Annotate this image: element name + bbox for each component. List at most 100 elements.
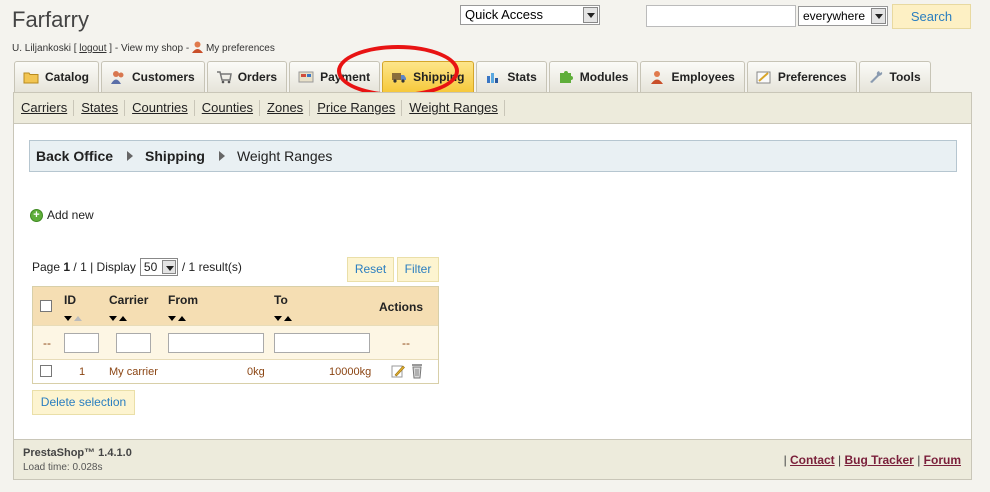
tab-label: Customers bbox=[132, 70, 195, 84]
sort-to bbox=[274, 310, 294, 324]
reset-button[interactable]: Reset bbox=[347, 257, 394, 282]
search-scope-label: everywhere bbox=[803, 9, 866, 23]
tab-tools[interactable]: Tools bbox=[858, 61, 931, 92]
column-from: From bbox=[168, 293, 198, 307]
employee-icon bbox=[651, 71, 664, 84]
breadcrumb-section[interactable]: Shipping bbox=[145, 148, 205, 164]
display-count-select[interactable]: 50 bbox=[139, 258, 178, 276]
sort-asc-icon[interactable] bbox=[119, 316, 127, 321]
filter-to-input[interactable] bbox=[274, 333, 370, 353]
breadcrumb-root[interactable]: Back Office bbox=[36, 148, 113, 164]
filter-from-input[interactable] bbox=[168, 333, 264, 353]
logout-link[interactable]: logout bbox=[79, 43, 106, 54]
page-total: / 1 | Display bbox=[73, 260, 136, 274]
sort-carrier bbox=[109, 310, 129, 324]
footer-links: | Contact | Bug Tracker | Forum bbox=[783, 453, 961, 467]
row-to: 10000kg bbox=[329, 366, 372, 378]
tab-label: Catalog bbox=[45, 70, 90, 84]
cart-icon bbox=[216, 71, 232, 84]
row-from: 0kg bbox=[247, 366, 265, 378]
chart-icon bbox=[487, 73, 499, 83]
preferences-icon bbox=[756, 71, 771, 84]
quick-access-label: Quick Access bbox=[465, 7, 544, 22]
tab-stats[interactable]: Stats bbox=[476, 61, 547, 92]
sort-desc-icon[interactable] bbox=[64, 316, 72, 321]
chevron-right-icon bbox=[127, 151, 134, 161]
sort-desc-icon[interactable] bbox=[109, 316, 117, 321]
tab-label: Modules bbox=[579, 70, 629, 84]
chevron-down-icon[interactable] bbox=[161, 260, 176, 274]
edit-icon[interactable] bbox=[391, 364, 405, 378]
column-to: To bbox=[274, 293, 288, 307]
breadcrumb: Back Office Shipping Weight Ranges bbox=[29, 140, 957, 172]
sort-desc-icon[interactable] bbox=[274, 316, 282, 321]
subnav-weight-ranges[interactable]: Weight Ranges bbox=[408, 100, 505, 116]
delete-selection-button[interactable]: Delete selection bbox=[32, 390, 135, 415]
trash-icon[interactable] bbox=[411, 363, 423, 379]
column-carrier: Carrier bbox=[109, 293, 149, 307]
sort-desc-icon[interactable] bbox=[168, 316, 176, 321]
display-count-value: 50 bbox=[143, 260, 158, 274]
tab-preferences[interactable]: Preferences bbox=[746, 61, 857, 92]
contact-link[interactable]: Contact bbox=[790, 453, 835, 467]
subnav-zones[interactable]: Zones bbox=[266, 100, 311, 116]
search-button[interactable]: Search bbox=[892, 4, 971, 29]
page-current: 1 bbox=[63, 260, 71, 274]
wrench-icon bbox=[869, 71, 882, 83]
pager: Page 1 / 1 | Display 50 / 1 result(s) bbox=[32, 258, 242, 276]
sub-navigation: Carriers States Countries Counties Zones… bbox=[13, 92, 972, 124]
add-icon: + bbox=[30, 208, 43, 222]
table-filter-row: -- -- bbox=[33, 325, 438, 359]
subnav-counties[interactable]: Counties bbox=[201, 100, 261, 116]
row-checkbox[interactable] bbox=[40, 365, 52, 377]
table-row[interactable]: 1 My carrier 0kg 10000kg bbox=[33, 359, 438, 383]
tab-label: Stats bbox=[507, 70, 537, 84]
sort-asc-icon[interactable] bbox=[284, 316, 292, 321]
tab-label: Orders bbox=[237, 70, 278, 84]
folder-icon bbox=[23, 72, 39, 84]
subnav-carriers[interactable]: Carriers bbox=[20, 100, 75, 116]
user-line: U. Liljankoski [ logout ] - View my shop… bbox=[12, 41, 275, 54]
filter-placeholder: -- bbox=[43, 336, 51, 350]
column-actions: Actions bbox=[379, 300, 424, 314]
subnav-countries[interactable]: Countries bbox=[131, 100, 195, 116]
highlight-ring bbox=[337, 45, 459, 97]
row-carrier: My carrier bbox=[109, 366, 158, 378]
forum-link[interactable]: Forum bbox=[924, 453, 961, 467]
footer-load-time: Load time: 0.028s bbox=[23, 462, 103, 473]
row-id: 1 bbox=[79, 366, 86, 378]
main-tabs: Catalog Customers Orders Payment Shippin… bbox=[14, 61, 933, 92]
subnav-states[interactable]: States bbox=[80, 100, 126, 116]
search-input[interactable] bbox=[646, 5, 796, 27]
chevron-right-icon bbox=[218, 151, 225, 161]
tab-modules[interactable]: Modules bbox=[548, 61, 639, 92]
weight-ranges-table: ID Carrier From To Actions -- -- 1 My ca… bbox=[32, 286, 439, 384]
user-icon bbox=[191, 41, 203, 53]
search-scope-select[interactable]: everywhere bbox=[798, 6, 888, 26]
filter-carrier-input[interactable] bbox=[116, 333, 151, 353]
filter-button[interactable]: Filter bbox=[397, 257, 439, 282]
view-shop-link[interactable]: View my shop bbox=[121, 43, 183, 54]
column-id: ID bbox=[64, 293, 76, 307]
tab-orders[interactable]: Orders bbox=[206, 61, 288, 92]
results-count: / 1 result(s) bbox=[181, 260, 242, 274]
filter-id-input[interactable] bbox=[64, 333, 99, 353]
add-new-link[interactable]: + Add new bbox=[30, 208, 94, 222]
tab-customers[interactable]: Customers bbox=[101, 61, 205, 92]
main-content: Back Office Shipping Weight Ranges + Add… bbox=[13, 124, 972, 439]
puzzle-icon bbox=[559, 71, 573, 83]
subnav-price-ranges[interactable]: Price Ranges bbox=[316, 100, 403, 116]
bug-tracker-link[interactable]: Bug Tracker bbox=[844, 453, 913, 467]
chevron-down-icon[interactable] bbox=[871, 8, 886, 24]
sort-asc-icon[interactable] bbox=[74, 316, 82, 321]
quick-access-select[interactable]: Quick Access bbox=[460, 5, 600, 25]
my-preferences-link[interactable]: My preferences bbox=[206, 43, 275, 54]
chevron-down-icon[interactable] bbox=[583, 7, 598, 23]
tab-catalog[interactable]: Catalog bbox=[14, 61, 100, 92]
sort-asc-icon[interactable] bbox=[178, 316, 186, 321]
select-all-checkbox[interactable] bbox=[40, 300, 52, 312]
tab-employees[interactable]: Employees bbox=[640, 61, 745, 92]
page-label: Page bbox=[32, 260, 61, 274]
add-new-label: Add new bbox=[47, 208, 94, 222]
breadcrumb-current: Weight Ranges bbox=[236, 148, 333, 164]
